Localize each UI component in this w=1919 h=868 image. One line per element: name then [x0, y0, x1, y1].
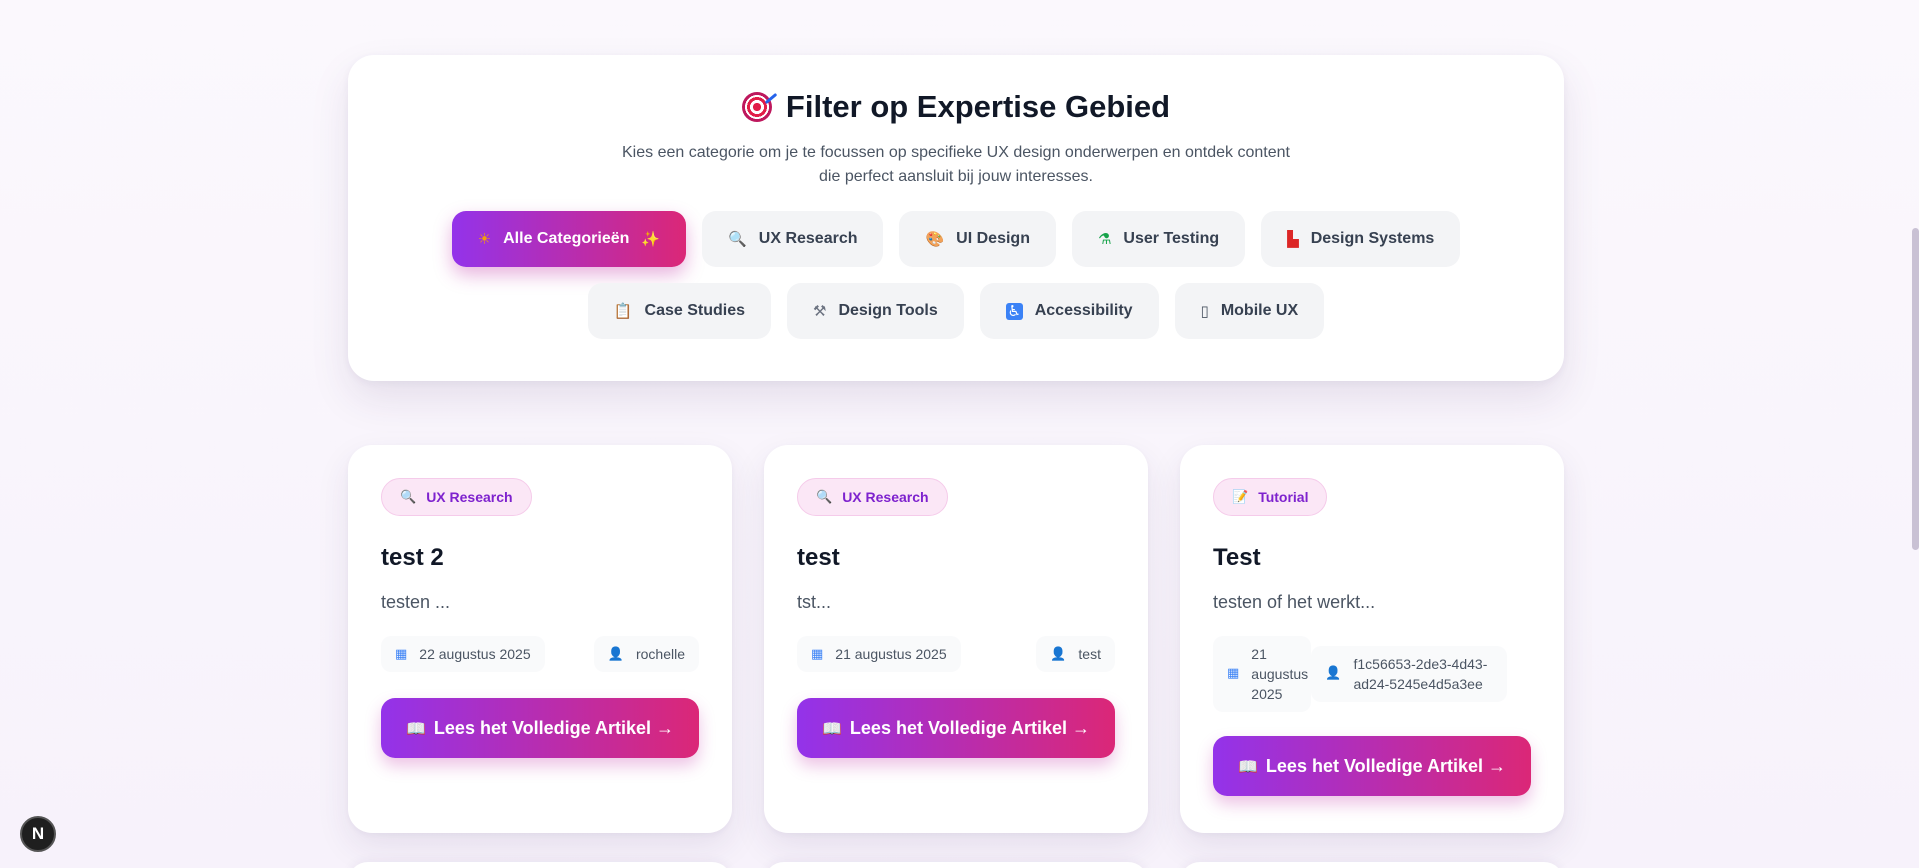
author-text: rochelle [635, 646, 685, 662]
category-label: UX Research [426, 489, 513, 505]
chip-case-studies[interactable]: 📋 Case Studies [587, 283, 771, 339]
user-icon: 👤 [1325, 666, 1342, 681]
chip-accessibility[interactable]: ♿ Accessibility [979, 283, 1159, 339]
article-card-next-row [1180, 862, 1564, 868]
article-card: 🔍 UX Research test 2 testen ... ▦ 22 aug… [348, 445, 732, 833]
chip-label: User Testing [1123, 230, 1220, 247]
article-author: 👤 test [1036, 636, 1115, 672]
filter-title: Filter op Expertise Gebied [348, 89, 1564, 125]
date-text: 21 augustus 2025 [835, 646, 947, 662]
scrollbar-thumb[interactable] [1912, 228, 1919, 550]
target-icon [741, 92, 772, 122]
article-card: 📝 Tutorial Test testen of het werkt... ▦… [1180, 445, 1564, 833]
read-article-button[interactable]: 📖 Lees het Volledige Artikel → [1213, 736, 1531, 796]
date-text: 21 augustus 2025 [1251, 646, 1309, 702]
read-article-button[interactable]: 📖 Lees het Volledige Artikel → [381, 698, 699, 758]
category-label: Tutorial [1258, 489, 1309, 505]
article-card-next-row [348, 862, 732, 868]
read-article-button[interactable]: 📖 Lees het Volledige Artikel → [797, 698, 1115, 758]
chip-label: Alle Categorieën [503, 230, 630, 247]
article-excerpt: tst... [797, 592, 832, 612]
palette-icon: 🎨 [925, 230, 945, 248]
article-date: ▦ 21 augustus 2025 [797, 636, 961, 672]
date-text: 22 augustus 2025 [419, 646, 531, 662]
article-date: ▦ 22 augustus 2025 [381, 636, 545, 672]
phone-icon: ▯ [1200, 302, 1209, 320]
chip-alle-categorieen[interactable]: ☀ Alle Categorieën ✨ [451, 211, 687, 267]
article-author: 👤 rochelle [593, 636, 699, 672]
magnifier-icon: 🔍 [400, 489, 417, 505]
category-badge: 🔍 UX Research [381, 478, 532, 516]
magnifier-icon: 🔍 [728, 230, 747, 248]
book-icon: 📖 [822, 718, 842, 738]
book-icon: 📖 [406, 718, 426, 738]
user-icon: 👤 [607, 646, 624, 662]
category-badge: 📝 Tutorial [1213, 478, 1328, 516]
chip-user-testing[interactable]: ⚗ User Testing [1071, 211, 1246, 267]
dev-tools-badge[interactable]: N [20, 816, 56, 852]
sparkle-icon: ✨ [641, 230, 661, 248]
filter-panel: Filter op Expertise Gebied Kies een cate… [348, 55, 1564, 381]
calendar-icon: ▦ [1227, 666, 1240, 681]
chip-design-tools[interactable]: ⚒ Design Tools [787, 283, 964, 339]
chip-label: Mobile UX [1220, 302, 1299, 319]
user-icon: 👤 [1050, 646, 1067, 662]
read-button-label: Lees het Volledige Artikel → [849, 717, 1090, 738]
article-card-next-row [764, 862, 1148, 868]
chip-mobile-ux[interactable]: ▯ Mobile UX [1174, 283, 1325, 339]
calendar-icon: ▦ [395, 646, 408, 662]
clipboard-icon: 📋 [613, 302, 633, 320]
author-text: f1c56653-2de3-4d43-ad24-5245e4d5a3ee [1353, 656, 1488, 692]
article-excerpt: testen of het werkt... [1213, 592, 1376, 612]
article-excerpt: testen ... [381, 592, 451, 612]
accessibility-icon: ♿ [1005, 302, 1023, 320]
article-title[interactable]: test 2 [381, 544, 699, 572]
filter-description: Kies een categorie om je te focussen op … [622, 144, 1290, 185]
chip-design-systems[interactable]: ▙ Design Systems [1261, 211, 1461, 267]
scrollbar[interactable] [1911, 0, 1919, 868]
chip-label: Accessibility [1034, 302, 1133, 319]
magnifier-icon: 🔍 [816, 489, 833, 505]
category-chips-row-2: 📋 Case Studies ⚒ Design Tools ♿ Accessib… [348, 283, 1564, 339]
article-title[interactable]: Test [1213, 544, 1531, 572]
chip-ui-design[interactable]: 🎨 UI Design [899, 211, 1056, 267]
flask-icon: ⚗ [1097, 230, 1112, 248]
chip-label: Design Tools [838, 302, 938, 319]
filter-title-text: Filter op Expertise Gebied [785, 89, 1171, 124]
chart-icon: ▙ [1287, 230, 1299, 248]
read-button-label: Lees het Volledige Artikel → [1265, 755, 1506, 776]
article-card: 🔍 UX Research test tst... ▦ 21 augustus … [764, 445, 1148, 833]
book-icon: 📖 [1238, 756, 1258, 776]
calendar-icon: ▦ [811, 646, 824, 662]
chip-label: UI Design [956, 230, 1030, 247]
read-button-label: Lees het Volledige Artikel → [433, 717, 674, 738]
sun-icon: ☀ [477, 230, 492, 248]
chip-label: Design Systems [1310, 230, 1435, 247]
author-text: test [1078, 646, 1101, 662]
chip-label: Case Studies [644, 302, 745, 319]
article-title[interactable]: test [797, 544, 1115, 572]
notebook-icon: 📝 [1232, 489, 1249, 505]
chip-label: UX Research [758, 230, 858, 247]
category-badge: 🔍 UX Research [797, 478, 948, 516]
article-author: 👤 f1c56653-2de3-4d43-ad24-5245e4d5a3ee [1311, 646, 1508, 702]
category-chips-row-1: ☀ Alle Categorieën ✨ 🔍 UX Research 🎨 UI … [348, 211, 1564, 267]
chip-ux-research[interactable]: 🔍 UX Research [702, 211, 884, 267]
category-label: UX Research [842, 489, 929, 505]
article-date: ▦ 21 augustus 2025 [1213, 636, 1312, 712]
article-meta: ▦ 21 augustus 2025 👤 test [797, 636, 1115, 672]
article-meta: ▦ 22 augustus 2025 👤 rochelle [381, 636, 699, 672]
tools-icon: ⚒ [813, 302, 827, 320]
article-meta: ▦ 21 augustus 2025 👤 f1c56653-2de3-4d43-… [1213, 636, 1531, 712]
